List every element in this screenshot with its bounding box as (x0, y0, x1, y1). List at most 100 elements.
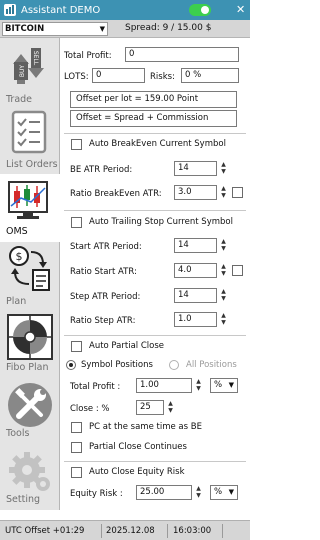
divider (64, 210, 246, 211)
plan-flow-icon: $ (9, 246, 50, 291)
ratio-step-atr-field[interactable]: 1.0 (174, 312, 217, 327)
status-time: 16:03:00 (173, 526, 212, 536)
spinner-arrows-icon[interactable]: ▲ ▼ (218, 312, 229, 326)
auto-trailing-label: Auto Trailing Stop Current Symbol (89, 217, 233, 227)
status-separator (167, 524, 168, 538)
sidebar-item-list-orders[interactable]: List Orders (0, 106, 60, 184)
sidebar-item-label: Plan (6, 296, 27, 307)
offset-per-lot-display: Offset per lot = 159.00 Point (70, 91, 237, 108)
start-atr-period-label: Start ATR Period: (70, 242, 142, 252)
start-atr-period-field[interactable]: 14 (174, 238, 217, 253)
ratio-breakeven-label: Ratio BreakEven ATR: (70, 189, 162, 199)
ratio-breakeven-checkbox[interactable] (232, 187, 243, 198)
oms-panel: Total Profit: 0 LOTS: 0 Risks: 0 % Offse… (61, 38, 250, 510)
unit-value: % (214, 380, 223, 390)
panel-toggle-switch[interactable] (189, 4, 211, 16)
candlestick-chart-icon (8, 181, 48, 219)
checklist-icon (11, 110, 47, 154)
ratio-step-atr-label: Ratio Step ATR: (70, 316, 136, 326)
all-positions-label: All Positions (186, 360, 237, 370)
status-separator (101, 524, 102, 538)
symbol-bar: BITCOIN ▼ Spread: 9 / 15.00 $ (0, 20, 250, 38)
ratio-breakeven-field[interactable]: 3.0 (174, 185, 217, 200)
be-atr-period-label: BE ATR Period: (70, 165, 133, 175)
unit-value: % (214, 487, 223, 497)
pc-continues-label: Partial Close Continues (89, 442, 187, 452)
auto-partial-close-checkbox[interactable] (71, 341, 82, 352)
ratio-start-atr-label: Ratio Start ATR: (70, 267, 137, 277)
total-profit-label: Total Profit: (64, 51, 112, 61)
sidebar-nav: BUY SELL Trade List Orders OMS $ Plan Fi… (0, 38, 60, 510)
title-bar: Assistant DEMO ✕ (0, 0, 250, 20)
be-atr-period-field[interactable]: 14 (174, 161, 217, 176)
auto-breakeven-checkbox[interactable] (71, 139, 82, 150)
symbol-selected-value: BITCOIN (5, 24, 45, 34)
chevron-down-icon: ▼ (228, 488, 234, 496)
spinner-arrows-icon[interactable]: ▲ ▼ (193, 485, 204, 499)
sidebar-item-oms[interactable]: OMS (0, 174, 60, 242)
symbol-dropdown[interactable]: BITCOIN ▼ (2, 22, 108, 36)
spinner-arrows-icon[interactable]: ▲ ▼ (218, 263, 229, 277)
all-positions-radio[interactable] (169, 360, 179, 370)
partial-profit-unit-dropdown[interactable]: % ▼ (210, 378, 238, 393)
spinner-arrows-icon[interactable]: ▲ ▼ (218, 161, 229, 175)
ratio-start-atr-checkbox[interactable] (232, 265, 243, 276)
gear-icon (9, 452, 50, 491)
equity-risk-field[interactable]: 25.00 (136, 485, 192, 500)
sidebar-item-tools[interactable]: Tools (0, 378, 60, 456)
svg-text:SELL: SELL (32, 51, 39, 66)
sidebar-item-label: Setting (6, 494, 41, 505)
app-logo-icon (4, 4, 16, 16)
spread-text: Spread: 9 / 15.00 $ (125, 23, 212, 33)
ratio-start-atr-field[interactable]: 4.0 (174, 263, 217, 278)
sidebar-item-label: Fibo Plan (6, 362, 49, 373)
partial-total-profit-field[interactable]: 1.00 (136, 378, 192, 393)
svg-text:$: $ (16, 250, 23, 263)
symbol-positions-label: Symbol Positions (81, 360, 153, 370)
pc-continues-checkbox[interactable] (71, 442, 82, 453)
spinner-arrows-icon[interactable]: ▲ ▼ (218, 288, 229, 302)
auto-trailing-checkbox[interactable] (71, 217, 82, 228)
spinner-arrows-icon[interactable]: ▲ ▼ (193, 378, 204, 392)
utc-offset-text: UTC Offset +01:29 (5, 526, 85, 536)
spinner-arrows-icon[interactable]: ▲ ▼ (218, 185, 229, 199)
pc-same-time-checkbox[interactable] (71, 422, 82, 433)
equity-risk-unit-dropdown[interactable]: % ▼ (210, 485, 238, 500)
step-atr-period-field[interactable]: 14 (174, 288, 217, 303)
sidebar-item-label: Tools (6, 428, 30, 439)
status-separator (222, 524, 223, 538)
divider (64, 461, 246, 462)
spinner-arrows-icon[interactable]: ▲ ▼ (218, 238, 229, 252)
sidebar-item-label: Trade (6, 94, 33, 105)
fibonacci-spiral-icon (7, 314, 53, 360)
close-percent-field[interactable]: 25 (136, 400, 164, 415)
spinner-arrows-icon[interactable]: ▲ ▼ (165, 400, 176, 414)
status-date: 2025.12.08 (106, 526, 155, 536)
wrench-screwdriver-icon (8, 383, 52, 427)
close-percent-label: Close : % (70, 404, 110, 414)
chevron-down-icon: ▼ (228, 381, 234, 389)
sidebar-item-label: OMS (6, 226, 28, 237)
sidebar-item-plan[interactable]: $ Plan (0, 242, 60, 320)
auto-partial-close-label: Auto Partial Close (89, 341, 165, 351)
risks-field[interactable]: 0 % (181, 68, 239, 83)
offset-formula-display: Offset = Spread + Commission (70, 110, 237, 127)
total-profit-field[interactable]: 0 (125, 47, 239, 62)
pc-same-time-label: PC at the same time as BE (89, 422, 202, 432)
risks-label: Risks: (150, 72, 175, 82)
equity-risk-label: Equity Risk : (70, 489, 123, 499)
auto-close-equity-label: Auto Close Equity Risk (89, 467, 185, 477)
lots-field[interactable]: 0 (92, 68, 145, 83)
sidebar-item-fibo-plan[interactable]: Fibo Plan (0, 310, 60, 388)
buy-sell-arrows-icon: BUY SELL (13, 48, 44, 84)
auto-close-equity-checkbox[interactable] (71, 467, 82, 478)
sidebar-item-setting[interactable]: Setting (0, 446, 60, 510)
window-title: Assistant DEMO (21, 4, 101, 16)
status-bar: UTC Offset +01:29 2025.12.08 16:03:00 (0, 520, 250, 540)
symbol-positions-radio[interactable] (66, 360, 76, 370)
sidebar-item-label: List Orders (6, 159, 58, 170)
auto-breakeven-label: Auto BreakEven Current Symbol (89, 139, 226, 149)
divider (64, 335, 246, 336)
close-icon[interactable]: ✕ (236, 3, 245, 16)
sidebar-item-trade[interactable]: BUY SELL Trade (0, 38, 60, 116)
